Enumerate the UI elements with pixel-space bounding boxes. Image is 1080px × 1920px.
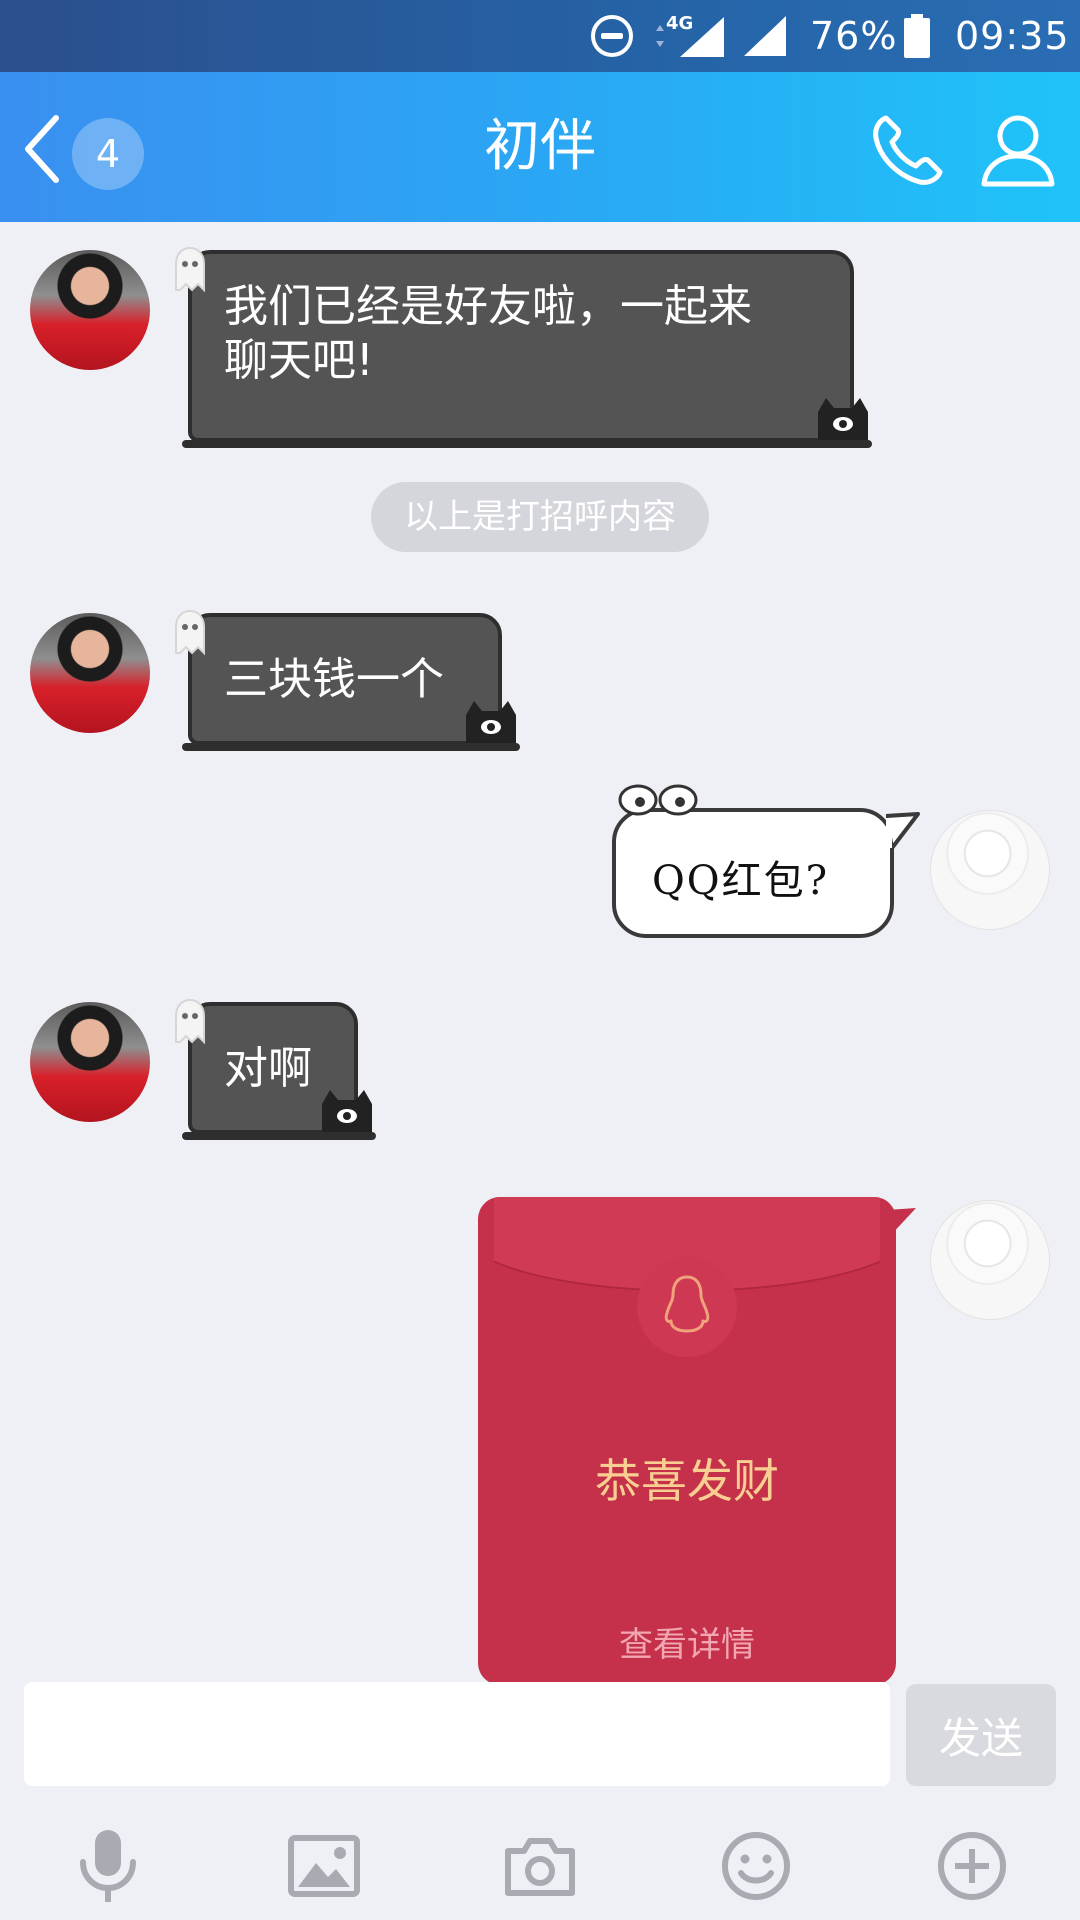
plus-icon (938, 1832, 1006, 1900)
status-bar: 4G 76% 09:35 (0, 0, 1080, 72)
svg-text:4G: 4G (666, 13, 693, 34)
friend-avatar[interactable] (30, 1002, 150, 1122)
emoji-button[interactable] (716, 1826, 796, 1906)
friend-avatar[interactable] (30, 613, 150, 733)
my-avatar[interactable] (930, 810, 1050, 930)
more-button[interactable] (932, 1826, 1012, 1906)
bubble-base (182, 1132, 376, 1140)
friend-avatar[interactable] (30, 250, 150, 370)
ghost-decoration-icon (175, 246, 205, 293)
image-icon (288, 1835, 360, 1897)
eyes-decoration-icon (618, 784, 698, 816)
bubble-base (182, 743, 520, 751)
camera-icon (505, 1838, 575, 1896)
red-packet-tail (888, 1208, 916, 1236)
bubble-base (182, 440, 872, 448)
call-button[interactable] (868, 110, 948, 190)
message-bubble[interactable]: 三块钱一个 (175, 609, 520, 751)
message-text: 对啊 (224, 1043, 312, 1094)
system-tip: 以上是打招呼内容 (371, 482, 709, 552)
message-input[interactable] (24, 1682, 890, 1786)
send-button[interactable]: 发送 (906, 1684, 1056, 1786)
microphone-icon (80, 1830, 136, 1902)
image-button[interactable] (284, 1826, 364, 1906)
red-packet[interactable]: 恭喜发财 查看详情 (478, 1197, 896, 1685)
phone-icon (873, 115, 943, 185)
signal-icon (742, 0, 792, 72)
bubble-tail (886, 812, 920, 850)
my-avatar[interactable] (930, 1200, 1050, 1320)
voice-button[interactable] (68, 1826, 148, 1906)
message-text: 三块钱一个 (224, 654, 444, 705)
input-toolbar (0, 1806, 1080, 1920)
profile-button[interactable] (978, 110, 1058, 190)
chat-header: 4 初伴 (0, 72, 1080, 222)
message-text: QQ红包? (652, 858, 830, 904)
user-icon (981, 115, 1055, 187)
chat-title: 初伴 (484, 114, 596, 179)
clock: 09:35 (955, 14, 1070, 58)
message-text-line: 我们已经是好友啦，一起来 (224, 281, 752, 332)
emoji-icon (722, 1832, 790, 1900)
chevron-left-icon (25, 115, 59, 183)
red-packet-detail-link[interactable]: 查看详情 (478, 1617, 896, 1666)
ghost-decoration-icon (175, 609, 205, 656)
camera-button[interactable] (500, 1826, 580, 1906)
message-bubble[interactable]: QQ红包? (612, 784, 920, 938)
ghost-decoration-icon (175, 998, 205, 1045)
do-not-disturb-icon (590, 0, 636, 72)
back-button[interactable]: 4 (16, 102, 156, 192)
message-bubble[interactable]: 我们已经是好友啦，一起来 聊天吧! (175, 246, 872, 448)
message-bubble[interactable]: 对啊 (175, 998, 376, 1140)
battery-icon (902, 0, 936, 72)
red-packet-title: 恭喜发财 (595, 1454, 779, 1508)
network-4g-icon: 4G (652, 0, 734, 72)
message-text-line: 聊天吧! (224, 335, 374, 386)
penguin-icon (637, 1257, 737, 1357)
battery-percent: 76% (810, 14, 898, 58)
unread-count-badge: 4 (72, 118, 144, 190)
